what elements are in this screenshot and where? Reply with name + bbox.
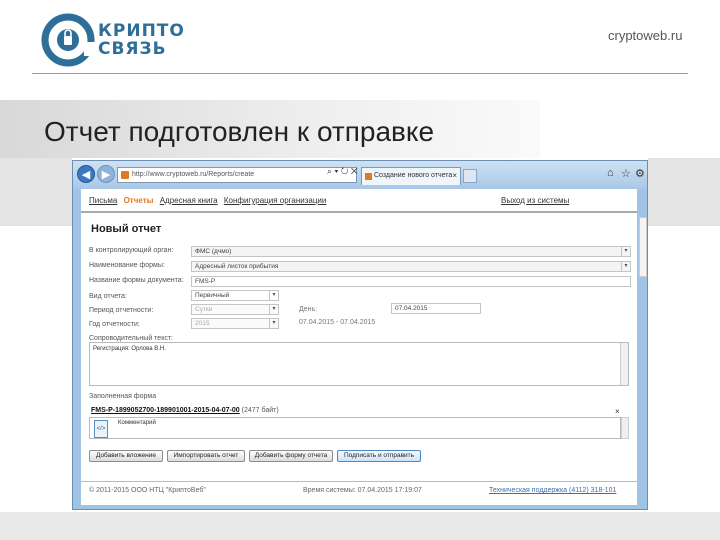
bottom-band <box>0 512 720 540</box>
side-band-left <box>0 158 72 226</box>
address-text: http://www.cryptoweb.ru/Reports/create <box>132 171 255 178</box>
day-value: 07.04.2015 <box>395 305 428 312</box>
menu-item-letters[interactable]: Письма <box>89 196 117 205</box>
menu-item-reports[interactable]: Отчеты <box>124 196 154 205</box>
browser-toolbar: ◀ ▶ http://www.cryptoweb.ru/Reports/crea… <box>73 161 647 189</box>
organ-label: В контролирующий орган: <box>89 247 174 254</box>
logo-line-1: КРИПТО <box>98 21 185 41</box>
site-url: cryptoweb.ru <box>608 28 683 43</box>
doc-form-name-label: Название формы документа: <box>89 277 184 284</box>
form-name-label: Наименование формы: <box>89 262 165 269</box>
site-favicon-icon <box>121 171 129 179</box>
menu-item-org-config[interactable]: Конфигурация организации <box>224 196 327 205</box>
footer-support-link[interactable]: Техническая поддержка (4112) 318-101 <box>489 487 616 494</box>
accompanying-textarea[interactable]: Регистрация: Орлова В.Н. <box>89 342 629 386</box>
logo-line-2: СВЯЗЬ <box>98 39 167 59</box>
day-label: День: <box>299 306 318 313</box>
period-select[interactable]: Сутки ▾ <box>191 304 279 315</box>
remove-file-icon[interactable]: × <box>615 407 620 416</box>
at-sign-logo-icon <box>41 13 96 67</box>
home-icon[interactable]: ⌂ <box>607 167 614 179</box>
import-report-button[interactable]: Импортировать отчет <box>167 450 245 462</box>
tab-close-icon[interactable]: × <box>452 168 457 184</box>
day-input[interactable]: 07.04.2015 <box>391 303 481 314</box>
period-value: Сутки <box>195 306 213 313</box>
accompanying-value: Регистрация: Орлова В.Н. <box>93 346 166 352</box>
tab-favicon-icon <box>365 173 372 180</box>
attached-file-row: FMS-P-1899052700-189901001-2015-04-07-00… <box>91 407 279 414</box>
doc-form-name-value: FMS-P <box>195 278 216 285</box>
favorites-star-icon[interactable]: ☆ <box>621 167 631 180</box>
year-select[interactable]: 2015 ▾ <box>191 318 279 329</box>
organ-value: ФМС (дчмо) <box>195 248 232 255</box>
period-label: Период отчетности: <box>89 307 154 314</box>
comment-placeholder: Комментарий <box>118 420 156 426</box>
period-range-text: 07.04.2015 - 07.04.2015 <box>299 319 376 326</box>
textarea-scrollbar[interactable] <box>620 343 628 385</box>
doc-form-name-input[interactable]: FMS-P <box>191 276 631 287</box>
add-form-button[interactable]: Добавить форму отчета <box>249 450 333 462</box>
page-scrollbar[interactable] <box>639 217 647 277</box>
organ-select[interactable]: ФМС (дчмо) ▾ <box>191 246 631 257</box>
footer-copyright: © 2011-2015 ООО НТЦ "КриптоВеб" <box>89 487 206 494</box>
year-value: 2015 <box>195 320 210 327</box>
chevron-down-icon: ▾ <box>269 291 278 300</box>
forward-icon[interactable]: ▶ <box>97 165 115 183</box>
accompanying-label: Сопроводительный текст: <box>89 335 173 342</box>
company-logo: КРИПТО СВЯЗЬ <box>40 12 190 68</box>
header-divider <box>32 73 688 74</box>
report-type-value: Первичный <box>195 292 230 299</box>
sign-and-send-button[interactable]: Подписать и отправить <box>337 450 421 462</box>
year-label: Год отчетности: <box>89 321 140 328</box>
chevron-down-icon: ▾ <box>269 319 278 328</box>
report-type-select[interactable]: Первичный ▾ <box>191 290 279 301</box>
logout-link[interactable]: Выход из системы <box>501 193 569 209</box>
menu-item-address-book[interactable]: Адресная книга <box>160 196 218 205</box>
footer-divider <box>81 481 637 482</box>
tab-title: Создание нового отчета <box>374 172 453 179</box>
comment-textarea[interactable]: </> Комментарий <box>89 417 621 439</box>
chevron-down-icon: ▾ <box>621 247 630 256</box>
browser-window: ◀ ▶ http://www.cryptoweb.ru/Reports/crea… <box>72 160 648 510</box>
form-name-value: Адресный листок прибытия <box>195 263 279 270</box>
new-tab-button[interactable] <box>463 169 477 183</box>
attached-file-link[interactable]: FMS-P-1899052700-189901001-2015-04-07-00 <box>91 407 240 414</box>
menu-divider <box>81 211 637 213</box>
footer-system-time: Время системы: 07.04.2015 17:19:07 <box>303 487 422 494</box>
address-tools[interactable]: ⌕ ▾ ↻ ✕ <box>327 166 358 177</box>
address-bar[interactable]: http://www.cryptoweb.ru/Reports/create <box>117 167 357 183</box>
back-icon[interactable]: ◀ <box>77 165 95 183</box>
top-menu: Письма Отчеты Адресная книга Конфигураци… <box>81 193 637 209</box>
comment-scrollbar[interactable] <box>621 417 629 439</box>
chevron-down-icon: ▾ <box>269 305 278 314</box>
side-band-right <box>648 158 720 226</box>
chevron-down-icon: ▾ <box>621 262 630 271</box>
slide-title: Отчет подготовлен к отправке <box>44 116 435 147</box>
settings-gear-icon[interactable]: ⚙ <box>635 167 645 180</box>
filled-form-label: Заполненная форма <box>89 393 157 400</box>
form-name-select[interactable]: Адресный листок прибытия ▾ <box>191 261 631 272</box>
form-heading: Новый отчет <box>91 223 162 235</box>
report-type-label: Вид отчета: <box>89 293 127 300</box>
browser-tab[interactable]: Создание нового отчета × <box>361 167 461 185</box>
attached-file-size: (2477 байт) <box>241 407 279 414</box>
xml-document-icon: </> <box>94 420 108 438</box>
add-attachment-button[interactable]: Добавить вложение <box>89 450 163 462</box>
page-content: Письма Отчеты Адресная книга Конфигураци… <box>81 189 637 505</box>
